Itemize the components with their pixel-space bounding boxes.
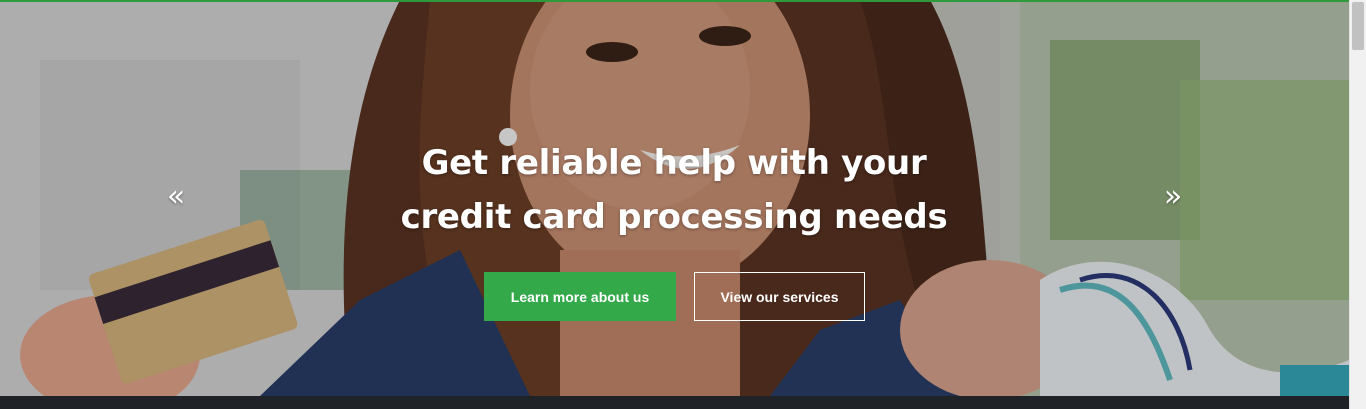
learn-more-button[interactable]: Learn more about us	[484, 272, 676, 321]
scrollbar-thumb[interactable]	[1352, 2, 1364, 50]
page-scrollbar[interactable]	[1349, 0, 1366, 409]
hero-headline: Get reliable help with your credit card …	[374, 136, 974, 244]
hero-headline-line-2: credit card processing needs	[400, 197, 948, 237]
hero-slider: Get reliable help with your credit card …	[0, 0, 1349, 396]
hero-headline-line-1: Get reliable help with your	[421, 143, 927, 183]
view-services-button[interactable]: View our services	[694, 272, 865, 321]
double-chevron-left-icon[interactable]: «	[161, 178, 191, 214]
top-accent-line	[0, 0, 1349, 2]
double-chevron-right-icon[interactable]: »	[1158, 178, 1188, 214]
dark-footer-strip	[0, 396, 1349, 409]
